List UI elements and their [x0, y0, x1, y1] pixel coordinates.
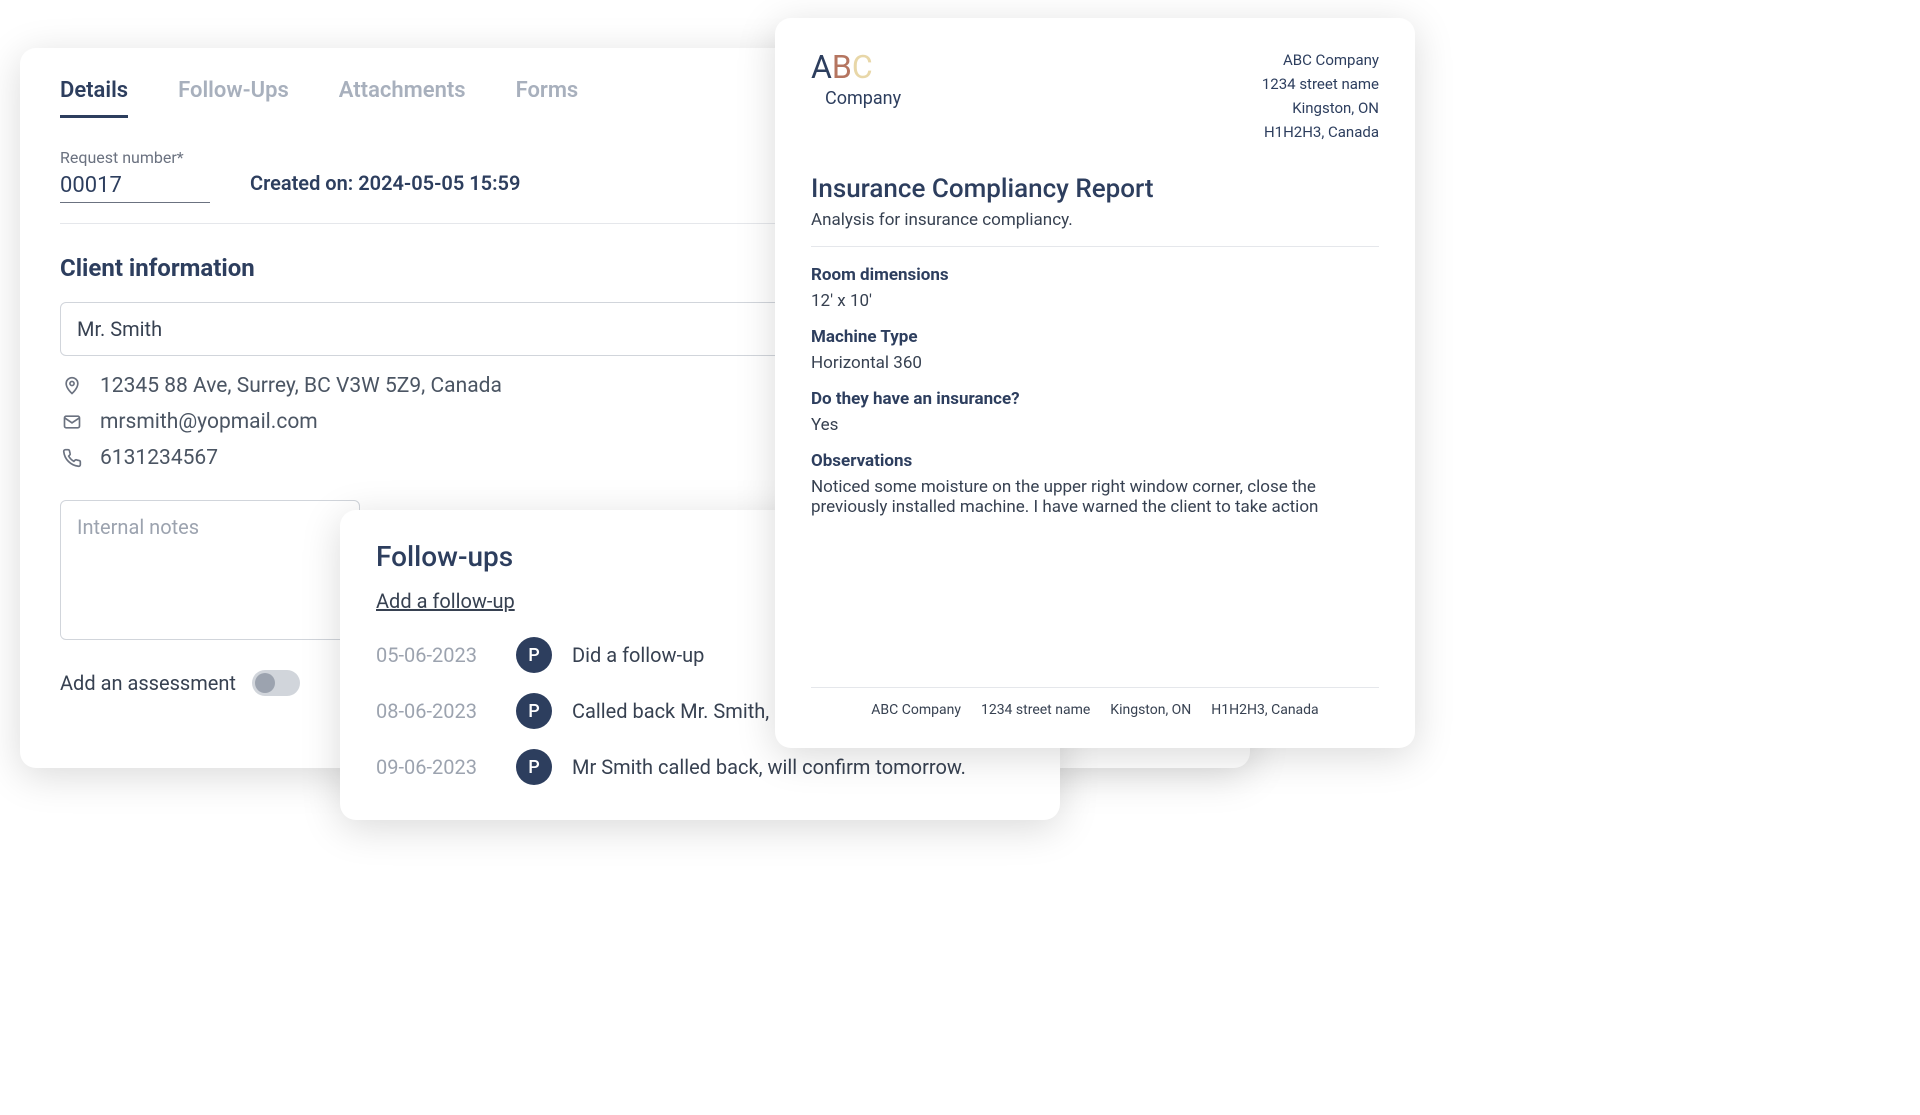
field-label-room: Room dimensions — [811, 265, 1379, 285]
toggle-knob — [255, 673, 275, 693]
field-label-insurance: Do they have an insurance? — [811, 389, 1379, 409]
created-on: Created on: 2024-05-05 15:59 — [250, 171, 520, 203]
tab-forms[interactable]: Forms — [516, 78, 579, 118]
assessment-toggle[interactable] — [252, 670, 300, 696]
footer-street: 1234 street name — [981, 702, 1090, 718]
followup-item: 09-06-2023 P Mr Smith called back, will … — [376, 749, 1024, 785]
followup-date: 08-06-2023 — [376, 699, 496, 723]
request-number-input[interactable]: 00017 — [60, 173, 210, 203]
tab-attachments[interactable]: Attachments — [339, 78, 466, 118]
add-followup-link[interactable]: Add a follow-up — [376, 589, 515, 613]
field-label-machine: Machine Type — [811, 327, 1379, 347]
logo-a: A — [811, 48, 832, 86]
company-street: 1234 street name — [1262, 72, 1379, 96]
avatar: P — [516, 693, 552, 729]
client-phone: 6131234567 — [100, 446, 218, 470]
company-city: Kingston, ON — [1262, 96, 1379, 120]
report-panel: ABC Company ABC Company 1234 street name… — [775, 18, 1415, 748]
logo: ABC Company — [811, 48, 901, 109]
field-value-insurance: Yes — [811, 415, 1379, 435]
internal-notes-input[interactable]: Internal notes — [60, 500, 360, 640]
followup-text: Mr Smith called back, will confirm tomor… — [572, 755, 966, 779]
logo-c: C — [852, 48, 873, 86]
phone-icon — [60, 446, 84, 470]
field-label-observations: Observations — [811, 451, 1379, 471]
client-address: 12345 88 Ave, Surrey, BC V3W 5Z9, Canada — [100, 374, 502, 398]
client-email: mrsmith@yopmail.com — [100, 410, 318, 434]
request-number-label: Request number* — [60, 148, 210, 167]
report-title: Insurance Compliancy Report — [811, 174, 1379, 204]
report-header: ABC Company ABC Company 1234 street name… — [811, 48, 1379, 144]
tab-follow-ups[interactable]: Follow-Ups — [178, 78, 289, 118]
field-value-machine: Horizontal 360 — [811, 353, 1379, 373]
logo-company: Company — [811, 88, 901, 109]
avatar: P — [516, 749, 552, 785]
field-value-observations: Noticed some moisture on the upper right… — [811, 477, 1379, 517]
company-postal: H1H2H3, Canada — [1262, 120, 1379, 144]
company-info: ABC Company 1234 street name Kingston, O… — [1262, 48, 1379, 144]
report-subtitle: Analysis for insurance compliancy. — [811, 210, 1379, 230]
followup-text: Did a follow-up — [572, 643, 704, 667]
field-value-room: 12' x 10' — [811, 291, 1379, 311]
logo-b: B — [832, 48, 852, 86]
followup-date: 09-06-2023 — [376, 755, 496, 779]
footer-city: Kingston, ON — [1110, 702, 1191, 718]
report-footer: ABC Company 1234 street name Kingston, O… — [811, 687, 1379, 718]
avatar: P — [516, 637, 552, 673]
mail-icon — [60, 410, 84, 434]
company-name: ABC Company — [1262, 48, 1379, 72]
followup-text: Called back Mr. Smith, — [572, 699, 769, 723]
location-icon — [60, 374, 84, 398]
footer-company: ABC Company — [871, 702, 961, 718]
footer-postal: H1H2H3, Canada — [1211, 702, 1318, 718]
followup-date: 05-06-2023 — [376, 643, 496, 667]
tab-details[interactable]: Details — [60, 78, 128, 118]
report-body: Insurance Compliancy Report Analysis for… — [811, 174, 1379, 687]
assessment-label: Add an assessment — [60, 671, 236, 695]
